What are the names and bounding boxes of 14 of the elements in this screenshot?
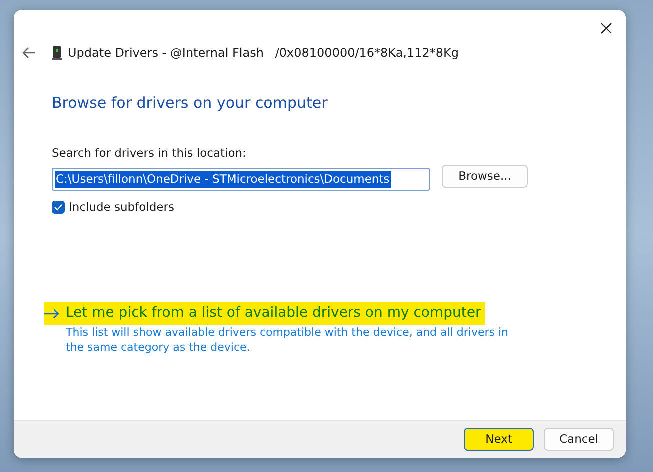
device-icon: [52, 46, 62, 60]
link-description: This list will show available drivers compatible with the device, and all drivers in the same category as the device.: [66, 325, 510, 356]
checkbox-label: Include subfolders: [69, 198, 174, 216]
page-heading: Browse for drivers on your computer: [52, 93, 329, 114]
pick-driver-link[interactable]: Let me pick from a list of available drivers on my computer: [44, 302, 486, 325]
window-title: Update Drivers - @Internal Flash /0x08100000/16*8Ka,112*8Kg: [68, 45, 460, 62]
cancel-button[interactable]: Cancel: [544, 428, 614, 451]
back-arrow-icon[interactable]: [22, 47, 36, 59]
browse-button[interactable]: Browse...: [442, 164, 528, 188]
location-label: Search for drivers in this location:: [52, 144, 248, 162]
next-button[interactable]: Next: [464, 428, 534, 451]
include-subfolders-checkbox[interactable]: [52, 200, 65, 214]
right-arrow-icon: [44, 308, 60, 318]
close-icon: [600, 22, 612, 34]
